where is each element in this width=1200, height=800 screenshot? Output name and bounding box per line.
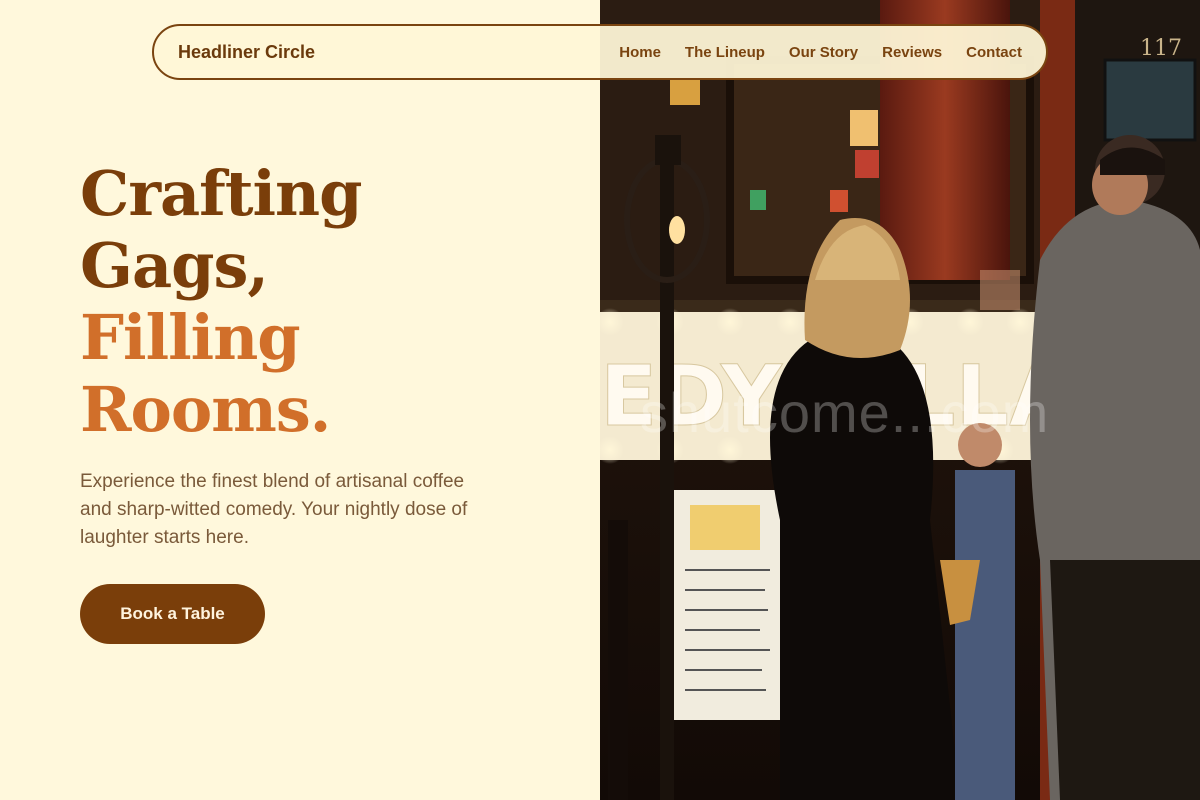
headline-line-1: Crafting	[80, 157, 362, 230]
photo-watermark: shutcome...com	[640, 381, 1050, 444]
headline-line-4: Rooms.	[80, 373, 331, 446]
headline-line-3: Filling	[80, 301, 301, 374]
nav-link-the-lineup[interactable]: The Lineup	[685, 44, 765, 61]
nav-link-reviews[interactable]: Reviews	[882, 44, 942, 61]
door-number: 117	[1140, 36, 1182, 61]
nav-link-our-story[interactable]: Our Story	[789, 44, 858, 61]
hero-section: Crafting Gags, Filling Rooms.	[80, 158, 540, 446]
brand-name[interactable]: Headliner Circle	[178, 42, 315, 63]
top-navbar: Headliner Circle Home The Lineup Our Sto…	[152, 24, 1048, 80]
nav-link-contact[interactable]: Contact	[966, 44, 1022, 61]
book-a-table-button[interactable]: Book a Table	[80, 584, 265, 644]
hero-headline: Crafting Gags, Filling Rooms.	[80, 158, 540, 446]
headline-line-2: Gags,	[80, 229, 269, 302]
nav-link-home[interactable]: Home	[619, 44, 661, 61]
hero-subtitle: Experience the finest blend of artisanal…	[80, 471, 468, 548]
nav-links: Home The Lineup Our Story Reviews Contac…	[619, 44, 1022, 61]
